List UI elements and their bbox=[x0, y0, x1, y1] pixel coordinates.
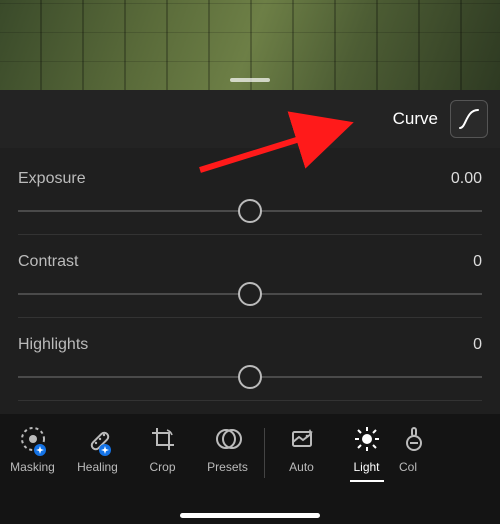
curve-label: Curve bbox=[393, 109, 438, 129]
curve-icon bbox=[458, 108, 480, 130]
tool-label: Light bbox=[353, 460, 379, 474]
light-panel: Exposure 0.00 Contrast 0 Highlights 0 Sh… bbox=[0, 148, 500, 437]
panel-drag-handle[interactable] bbox=[230, 78, 270, 82]
contrast-label: Contrast bbox=[18, 253, 78, 271]
exposure-value: 0.00 bbox=[451, 170, 482, 188]
crop-icon bbox=[148, 424, 178, 454]
toolbar-separator bbox=[264, 428, 265, 478]
highlights-value: 0 bbox=[473, 336, 482, 354]
tool-label: Presets bbox=[207, 460, 248, 474]
exposure-row: Exposure 0.00 bbox=[18, 152, 482, 235]
tool-color[interactable]: Col bbox=[399, 424, 433, 474]
panel-header: Curve bbox=[0, 90, 500, 148]
tool-label: Healing bbox=[77, 460, 118, 474]
new-badge-icon bbox=[34, 444, 46, 456]
photo-preview[interactable] bbox=[0, 0, 500, 90]
highlights-row: Highlights 0 bbox=[18, 318, 482, 401]
auto-icon bbox=[287, 424, 317, 454]
tool-crop[interactable]: Crop bbox=[130, 424, 195, 474]
highlights-label: Highlights bbox=[18, 336, 88, 354]
active-underline bbox=[350, 480, 384, 482]
light-icon bbox=[352, 424, 382, 454]
contrast-value: 0 bbox=[473, 253, 482, 271]
tool-label: Masking bbox=[10, 460, 55, 474]
home-indicator[interactable] bbox=[180, 513, 320, 518]
bottom-toolbar: Masking Healing Crop Presets Auto Light bbox=[0, 414, 500, 524]
curve-button[interactable] bbox=[450, 100, 488, 138]
tool-healing[interactable]: Healing bbox=[65, 424, 130, 474]
color-icon bbox=[399, 424, 429, 454]
tool-masking[interactable]: Masking bbox=[0, 424, 65, 474]
tool-label: Crop bbox=[149, 460, 175, 474]
new-badge-icon bbox=[99, 444, 111, 456]
tool-auto[interactable]: Auto bbox=[269, 424, 334, 474]
tool-presets[interactable]: Presets bbox=[195, 424, 260, 474]
exposure-label: Exposure bbox=[18, 170, 86, 188]
presets-icon bbox=[213, 424, 243, 454]
tool-label: Col bbox=[399, 460, 417, 474]
exposure-slider[interactable] bbox=[18, 198, 482, 224]
contrast-row: Contrast 0 bbox=[18, 235, 482, 318]
tool-label: Auto bbox=[289, 460, 314, 474]
contrast-slider[interactable] bbox=[18, 281, 482, 307]
tool-light[interactable]: Light bbox=[334, 424, 399, 474]
highlights-slider[interactable] bbox=[18, 364, 482, 390]
